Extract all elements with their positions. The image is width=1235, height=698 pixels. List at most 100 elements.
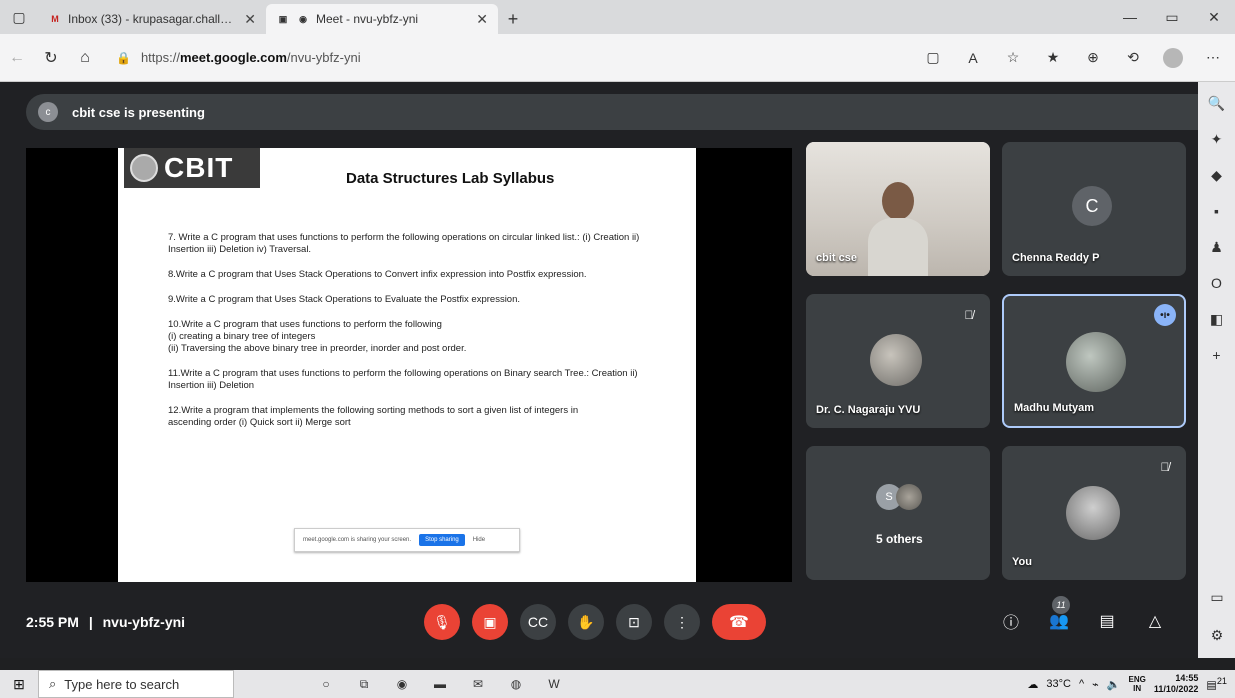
search-icon[interactable]: 🔍 bbox=[1204, 90, 1230, 116]
participant-avatar bbox=[870, 334, 922, 386]
shared-slide: CBIT Data Structures Lab Syllabus 7. Wri… bbox=[118, 148, 696, 582]
close-window-icon[interactable]: ✕ bbox=[1193, 0, 1235, 34]
new-tab-button[interactable]: + bbox=[498, 4, 528, 34]
presenter-figure bbox=[868, 182, 928, 276]
clock-time: 14:55 bbox=[1175, 673, 1199, 683]
history-icon[interactable]: ⟲ bbox=[1115, 41, 1151, 75]
file-explorer-icon[interactable]: ▬ bbox=[428, 672, 452, 696]
url-field[interactable]: 🔒 https:// meet.google.com /nvu-ybfz-yni bbox=[102, 43, 915, 73]
participant-name: You bbox=[1012, 556, 1032, 568]
camera-toggle-button[interactable]: ▣ bbox=[472, 604, 508, 640]
profile-icon[interactable] bbox=[1155, 41, 1191, 75]
lang-bottom: IN bbox=[1133, 684, 1142, 693]
participant-name: Madhu Mutyam bbox=[1014, 402, 1095, 414]
participant-tile[interactable]: •ı• Madhu Mutyam bbox=[1002, 294, 1186, 428]
leave-call-button[interactable]: ☎ bbox=[712, 604, 766, 640]
present-button[interactable]: ⊡ bbox=[616, 604, 652, 640]
settings-icon[interactable]: ⚙ bbox=[1204, 622, 1230, 648]
slide-title: Data Structures Lab Syllabus bbox=[346, 170, 555, 187]
shopping-icon[interactable]: ✦ bbox=[1204, 126, 1230, 152]
stop-sharing-button[interactable]: Stop sharing bbox=[419, 534, 465, 546]
edge-icon[interactable]: ◉ bbox=[390, 672, 414, 696]
weather-icon[interactable]: ☁ bbox=[1027, 678, 1038, 691]
address-bar-row: ← ↻ ⌂ 🔒 https:// meet.google.com /nvu-yb… bbox=[0, 34, 1235, 82]
tools-icon[interactable]: ▪ bbox=[1204, 198, 1230, 224]
cbit-logo-text: CBIT bbox=[164, 152, 234, 183]
add-icon[interactable]: + bbox=[1204, 342, 1230, 368]
screen-share-banner: meet.google.com is sharing your screen. … bbox=[294, 528, 520, 552]
mail-icon[interactable]: ✉ bbox=[466, 672, 490, 696]
add-favorite-icon[interactable]: ☆ bbox=[995, 41, 1031, 75]
participant-tile[interactable]: C Chenna Reddy P bbox=[1002, 142, 1186, 276]
browser-tab-strip: ▢ M Inbox (33) - krupasagar.challa@ ✕ ▣ … bbox=[0, 0, 1235, 34]
sidebar-bottom: ▭ ⚙ bbox=[1204, 584, 1230, 648]
camera-permission-icon[interactable]: ▢ bbox=[915, 41, 951, 75]
slide-body: 7. Write a C program that uses functions… bbox=[168, 232, 672, 442]
people-icon[interactable]: 👥 11 bbox=[1046, 596, 1072, 634]
read-aloud-icon[interactable]: A bbox=[955, 41, 991, 75]
others-avatars: S bbox=[876, 484, 924, 512]
office-icon[interactable]: O bbox=[1204, 270, 1230, 296]
meeting-details-icon[interactable]: ⓘ bbox=[998, 608, 1024, 634]
word-icon[interactable]: W bbox=[542, 672, 566, 696]
participant-tile[interactable]: 🎙̸ Dr. C. Nagaraju YVU bbox=[806, 294, 990, 428]
more-icon[interactable]: ⋯ bbox=[1195, 41, 1231, 75]
volume-icon[interactable]: 🔈 bbox=[1107, 678, 1121, 691]
syllabus-item: 12.Write a program that implements the f… bbox=[168, 405, 579, 428]
meeting-time: 2:55 PM bbox=[26, 614, 79, 630]
hide-banner-button[interactable]: Hide bbox=[473, 537, 485, 543]
more-options-button[interactable]: ⋮ bbox=[664, 604, 700, 640]
mic-toggle-button[interactable]: 🎙 bbox=[424, 604, 460, 640]
people-count-badge: 11 bbox=[1052, 596, 1070, 614]
show-hidden-icons[interactable]: ^ bbox=[1079, 678, 1084, 690]
participant-tile[interactable]: cbit cse bbox=[806, 142, 990, 276]
outlook-icon[interactable]: ◧ bbox=[1204, 306, 1230, 332]
minimize-icon[interactable]: — bbox=[1109, 0, 1151, 34]
sidebar-toggle-icon[interactable]: ▭ bbox=[1204, 584, 1230, 610]
browser-sidebar: 🔍 ✦ ◆ ▪ ♟ O ◧ + ▭ ⚙ bbox=[1198, 82, 1235, 658]
share-banner-text: meet.google.com is sharing your screen. bbox=[303, 537, 412, 543]
activities-icon[interactable]: △ bbox=[1142, 608, 1168, 634]
task-view-icon[interactable]: ⧉ bbox=[352, 672, 376, 696]
self-avatar bbox=[1066, 486, 1120, 540]
home-icon[interactable]: ⌂ bbox=[68, 41, 102, 75]
raise-hand-button[interactable]: ✋ bbox=[568, 604, 604, 640]
tag-icon[interactable]: ◆ bbox=[1204, 162, 1230, 188]
favorites-icon[interactable]: ★ bbox=[1035, 41, 1071, 75]
tab-actions-icon[interactable]: ▢ bbox=[0, 0, 38, 34]
language-indicator[interactable]: ENG IN bbox=[1129, 675, 1146, 693]
restore-icon[interactable]: ▭ bbox=[1151, 0, 1193, 34]
lang-top: ENG bbox=[1128, 675, 1146, 684]
mic-off-icon: 🎙̸ bbox=[964, 308, 974, 322]
weather-temp: 33°C bbox=[1046, 678, 1071, 690]
participant-tile[interactable]: S 5 others bbox=[806, 446, 990, 580]
close-tab-icon[interactable]: ✕ bbox=[476, 11, 488, 28]
taskbar-search[interactable]: ⌕ Type here to search bbox=[38, 670, 234, 698]
participant-tile[interactable]: 🎙̸ You bbox=[1002, 446, 1186, 580]
meeting-separator: | bbox=[88, 614, 93, 630]
chrome-icon[interactable]: ◍ bbox=[504, 672, 528, 696]
taskbar-apps: ○ ⧉ ◉ ▬ ✉ ◍ W bbox=[314, 672, 566, 696]
meet-stage: c cbit cse is presenting CBIT Data Struc… bbox=[0, 82, 1198, 658]
notifications-icon[interactable]: ▤21 bbox=[1206, 676, 1227, 692]
network-icon[interactable]: ⌁ bbox=[1092, 678, 1099, 691]
windows-start-icon[interactable]: ⊞ bbox=[0, 670, 38, 698]
captions-button[interactable]: CC bbox=[520, 604, 556, 640]
presentation-area: CBIT Data Structures Lab Syllabus 7. Wri… bbox=[26, 148, 792, 582]
clock[interactable]: 14:55 11/10/2022 bbox=[1154, 673, 1199, 695]
participant-name: cbit cse bbox=[816, 252, 857, 264]
collections-icon[interactable]: ⊕ bbox=[1075, 41, 1111, 75]
search-icon: ⌕ bbox=[49, 676, 57, 691]
close-tab-icon[interactable]: ✕ bbox=[244, 11, 256, 28]
presenter-body bbox=[868, 218, 928, 276]
back-icon[interactable]: ← bbox=[0, 41, 34, 75]
tab-meet[interactable]: ▣ ◉ Meet - nvu-ybfz-yni ✕ bbox=[266, 4, 498, 34]
games-icon[interactable]: ♟ bbox=[1204, 234, 1230, 260]
url-host: meet.google.com bbox=[179, 50, 287, 65]
chat-icon[interactable]: ▤ bbox=[1094, 608, 1120, 634]
participant-avatar bbox=[1066, 332, 1126, 392]
tab-inbox[interactable]: M Inbox (33) - krupasagar.challa@ ✕ bbox=[38, 4, 266, 34]
cortana-icon[interactable]: ○ bbox=[314, 672, 338, 696]
refresh-icon[interactable]: ↻ bbox=[34, 41, 68, 75]
url-prefix: https:// bbox=[140, 50, 180, 65]
